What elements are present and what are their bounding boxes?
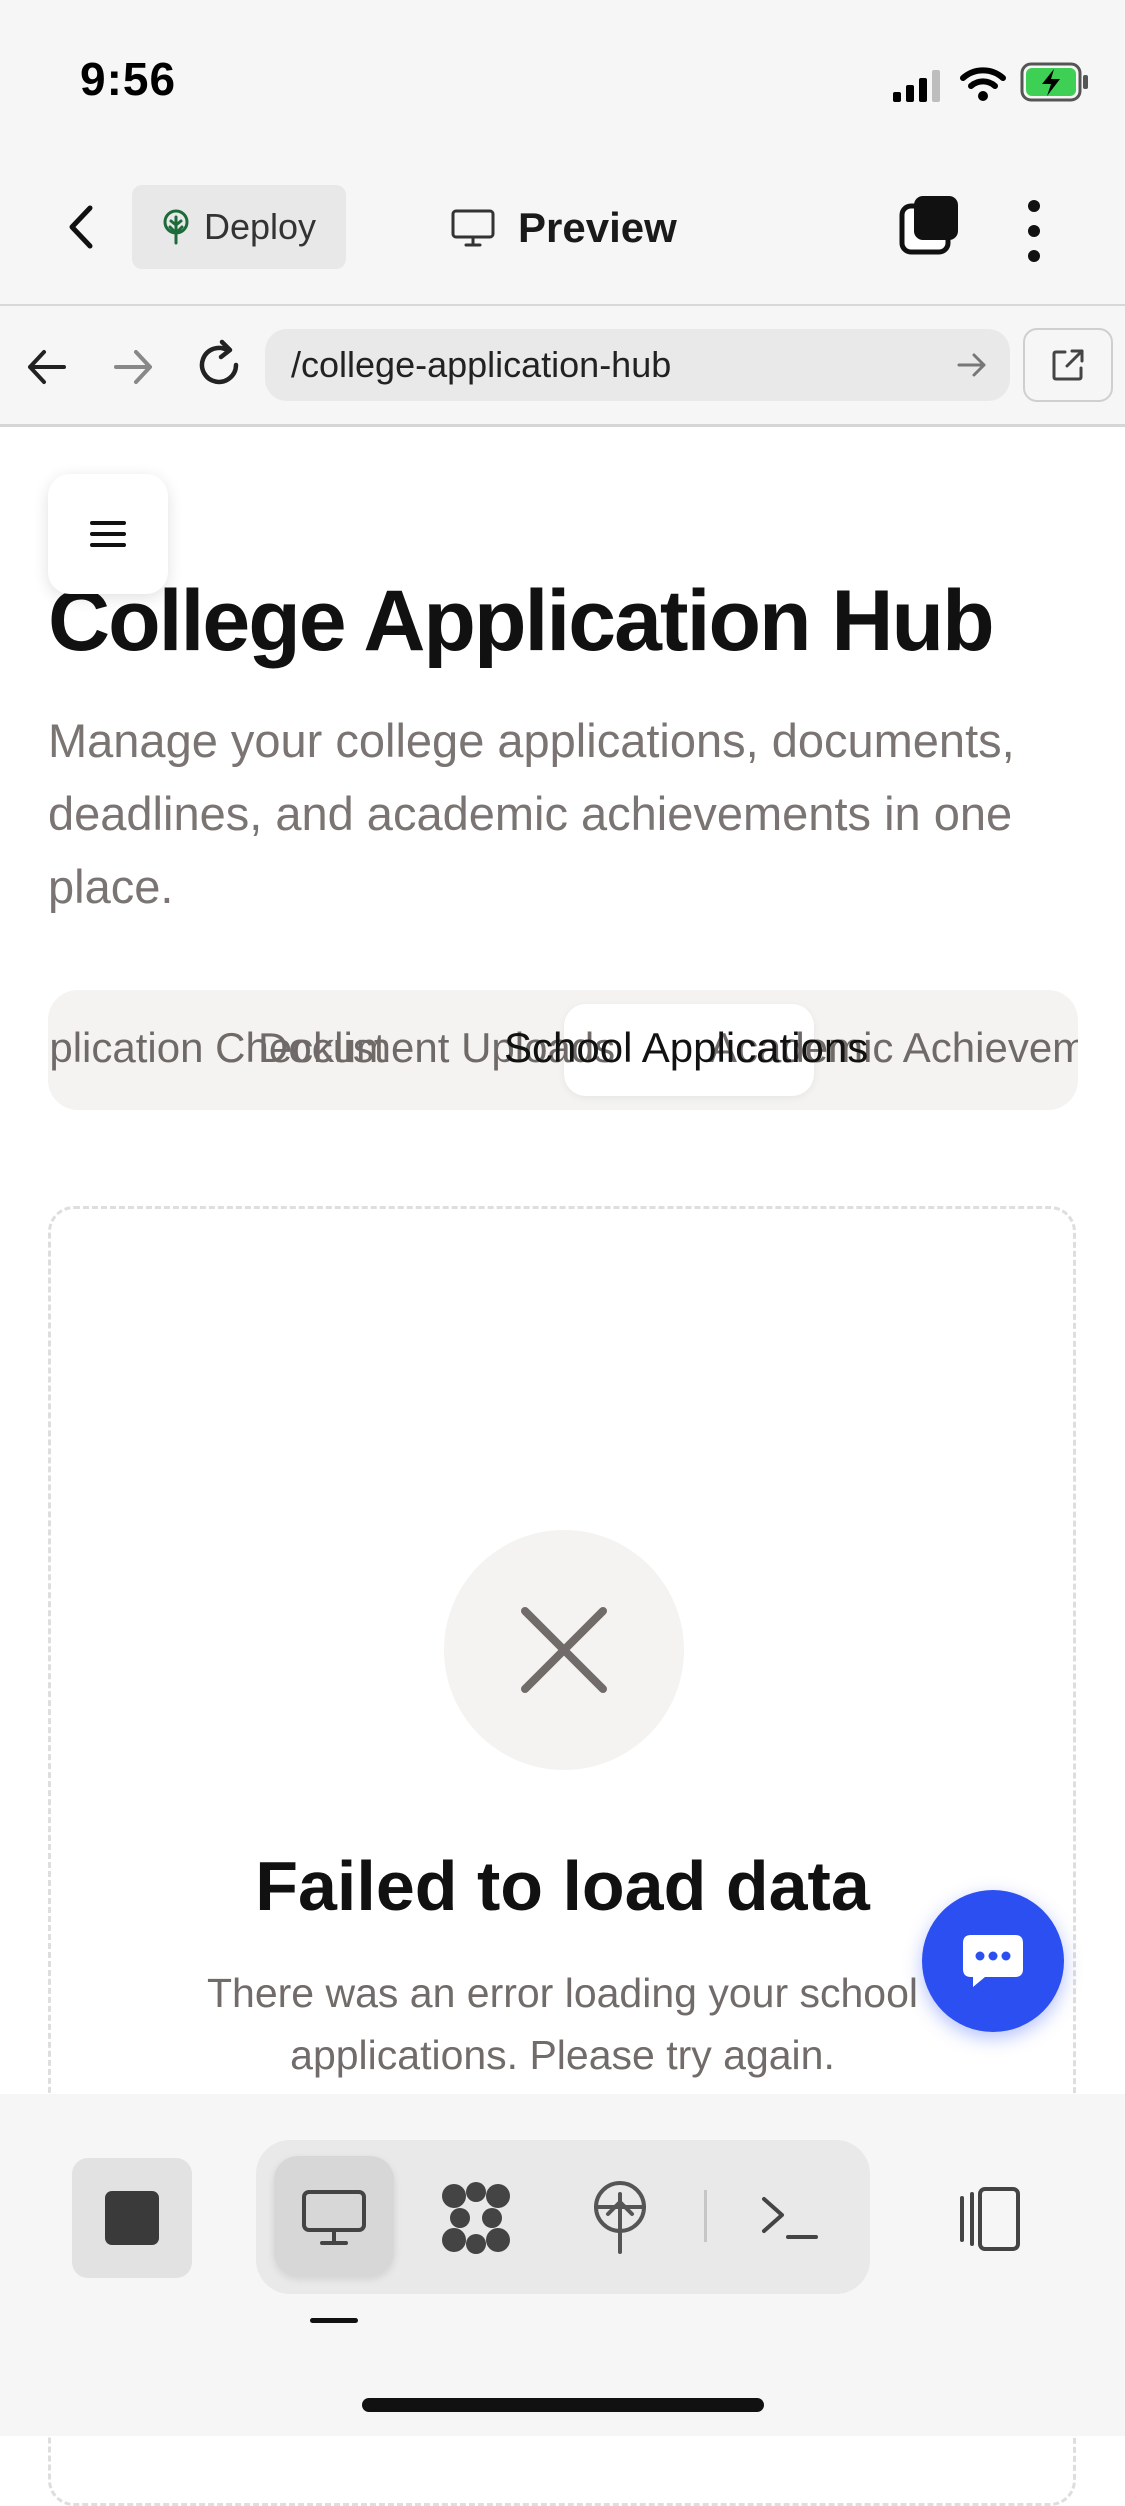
x-icon — [521, 1607, 607, 1693]
browser-toolbar: /college-application-hub — [0, 306, 1125, 427]
status-bar: 9:56 — [0, 0, 1125, 150]
deploy-view-button[interactable] — [580, 2178, 660, 2258]
terminal-icon — [762, 2197, 818, 2239]
preview-label: Preview — [518, 204, 677, 251]
wifi-icon — [960, 67, 1006, 101]
url-input[interactable]: /college-application-hub — [265, 329, 1010, 401]
error-message: There was an error loading your school a… — [206, 1970, 919, 2078]
page-title: College Application Hub — [48, 573, 995, 669]
reload-icon[interactable] — [192, 338, 246, 392]
deploy-icon — [594, 2181, 646, 2254]
deploy-label: Deploy — [204, 206, 317, 247]
chat-button[interactable] — [922, 1890, 1064, 2032]
agent-view-button[interactable] — [436, 2178, 516, 2258]
url-text: /college-application-hub — [291, 344, 672, 385]
external-link-icon — [1052, 349, 1084, 381]
view-switcher — [256, 2140, 870, 2294]
arrow-left-icon[interactable] — [22, 342, 72, 392]
arrow-right-icon[interactable] — [955, 348, 989, 382]
active-tab-underline — [310, 2318, 358, 2323]
open-external-button[interactable] — [1023, 328, 1113, 402]
preview-tab[interactable]: Preview — [450, 200, 677, 256]
desktop-view-button[interactable] — [294, 2178, 374, 2258]
battery-icon — [1020, 62, 1088, 102]
tab-strip: Application Checklist Document Uploads A… — [48, 990, 1078, 1110]
tab-school-applications[interactable]: School Applications — [504, 1024, 868, 1072]
hamburger-icon — [90, 521, 126, 547]
menu-button[interactable] — [48, 474, 168, 594]
error-icon-circle — [444, 1530, 684, 1770]
deploy-button[interactable]: Deploy — [132, 185, 346, 269]
chat-bubble-icon — [963, 1935, 1023, 1987]
tree-icon — [163, 209, 189, 245]
tabs-stack-icon[interactable] — [898, 194, 962, 258]
agent-icon — [442, 2182, 510, 2254]
monitor-icon — [451, 209, 495, 247]
stop-button[interactable] — [72, 2158, 192, 2278]
terminal-view-button[interactable] — [750, 2178, 830, 2258]
app-bar: Deploy Preview — [0, 150, 1125, 306]
bottom-toolbar — [0, 2094, 1125, 2436]
more-vertical-icon[interactable] — [1018, 198, 1050, 264]
stop-icon — [105, 2191, 159, 2245]
monitor-icon — [302, 2190, 366, 2245]
divider — [704, 2190, 707, 2242]
split-view-icon[interactable] — [954, 2184, 1024, 2254]
chevron-left-icon[interactable] — [58, 202, 108, 252]
home-indicator — [362, 2398, 764, 2412]
page-description: Manage your college applications, docume… — [48, 714, 1015, 913]
arrow-right-icon[interactable] — [108, 342, 158, 392]
cellular-signal-icon — [893, 70, 940, 102]
status-time: 9:56 — [80, 53, 177, 105]
